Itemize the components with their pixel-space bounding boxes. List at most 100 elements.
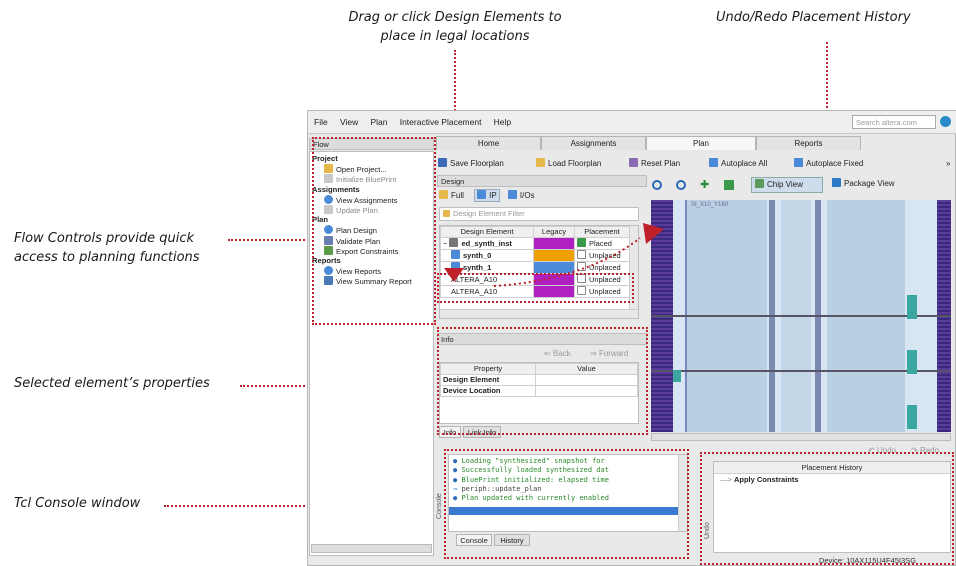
help-icon[interactable] xyxy=(940,116,951,127)
annotation-undo: Undo/Redo Placement History xyxy=(716,10,911,25)
chip-view-button[interactable]: Chip View xyxy=(751,177,823,193)
filter-full-label: Full xyxy=(451,191,464,200)
row-divider xyxy=(651,315,951,317)
autoplace-fixed-label: Autoplace Fixed xyxy=(806,159,864,168)
tab-home[interactable]: Home xyxy=(436,136,541,150)
unplaced-icon xyxy=(577,262,586,271)
filter-ip[interactable]: IP xyxy=(474,189,500,202)
table-row[interactable]: synth_0 Unplaced xyxy=(440,249,630,262)
save-floorplan-label: Save Floorplan xyxy=(450,159,504,168)
cell-placement: Unplaced xyxy=(574,261,630,274)
menu-help[interactable]: Help xyxy=(494,117,511,127)
package-view-button[interactable]: Package View xyxy=(829,177,912,193)
column-design-element[interactable]: Design Element xyxy=(440,226,534,238)
cell-placement: Placed xyxy=(574,237,630,250)
chip-view-canvas[interactable]: SI_X10_Y160 xyxy=(651,200,951,432)
design-panel-header: Design xyxy=(437,175,647,187)
cell-legacy-color xyxy=(533,249,575,262)
annotation-box-props xyxy=(437,327,648,435)
package-icon xyxy=(832,178,841,187)
placed-icon xyxy=(577,238,586,247)
menu-plan[interactable]: Plan xyxy=(370,117,387,127)
reset-plan-label: Reset Plan xyxy=(641,159,681,168)
cell-design-element: synth_0 xyxy=(440,249,534,262)
element-name: ed_synth_inst xyxy=(461,239,512,248)
autoplace-fixed-button[interactable]: Autoplace Fixed xyxy=(794,158,863,170)
transceiver-block xyxy=(907,350,917,374)
tab-plan[interactable]: Plan xyxy=(646,136,756,150)
placement-status: Unplaced xyxy=(589,263,621,272)
annotation-drag-line1: Drag or click Design Elements to xyxy=(348,10,562,25)
flow-scrollbar[interactable] xyxy=(311,544,432,553)
annotation-flow-line2: access to planning functions xyxy=(14,250,200,265)
table-row[interactable]: synth_1 Unplaced xyxy=(440,261,630,274)
cell-legacy-color xyxy=(533,237,575,250)
search-input[interactable]: Search altera.com xyxy=(852,115,936,129)
io-icon xyxy=(507,190,517,199)
filter-full[interactable]: Full xyxy=(439,190,464,200)
design-filter-bar: Full IP I/Os xyxy=(439,189,535,202)
menu-view[interactable]: View xyxy=(340,117,358,127)
menu-file[interactable]: File xyxy=(314,117,328,127)
placement-status: Unplaced xyxy=(589,251,621,260)
chip-icon xyxy=(449,238,459,247)
menu-interactive-placement[interactable]: Interactive Placement xyxy=(400,117,482,127)
annotation-tcl: Tcl Console window xyxy=(14,496,141,511)
design-table-hscrollbar[interactable] xyxy=(440,309,638,318)
unplaced-icon xyxy=(577,250,586,259)
zoom-in-icon[interactable] xyxy=(652,180,662,190)
transceiver-block xyxy=(673,370,681,382)
console-side-label: Console xyxy=(436,493,443,519)
chip-icon xyxy=(451,250,460,259)
placement-status: Placed xyxy=(589,239,612,248)
cell-design-element: synth_1 xyxy=(440,261,534,274)
tab-assignments[interactable]: Assignments xyxy=(541,136,646,150)
autoplace-icon xyxy=(794,158,803,167)
leader-flow xyxy=(228,239,312,241)
annotation-props: Selected element’s properties xyxy=(14,376,210,391)
filter-ios[interactable]: I/Os xyxy=(507,190,535,200)
element-name: synth_1 xyxy=(463,263,492,272)
transceiver-block xyxy=(907,295,917,319)
tab-reports[interactable]: Reports xyxy=(756,136,861,150)
row-divider xyxy=(651,370,951,372)
grid-icon xyxy=(755,179,764,188)
column-legacy[interactable]: Legacy xyxy=(533,226,575,238)
toolbar-overflow-button[interactable]: » xyxy=(946,158,950,170)
design-filter-placeholder: Design Element Filter xyxy=(453,209,525,218)
pan-icon[interactable]: ✚ xyxy=(700,180,710,191)
annotation-box-drag xyxy=(437,273,634,303)
funnel-icon xyxy=(443,210,450,217)
transceiver-block xyxy=(907,405,917,429)
design-table-vscrollbar[interactable] xyxy=(629,226,638,318)
cell-placement: Unplaced xyxy=(574,249,630,262)
filter-ios-label: I/Os xyxy=(519,191,535,200)
ip-icon xyxy=(477,190,487,199)
zoom-out-icon[interactable] xyxy=(676,180,686,190)
annotation-drag: Drag or click Design Elements to place i… xyxy=(300,8,610,46)
save-floorplan-button[interactable]: Save Floorplan xyxy=(438,158,504,170)
package-view-label: Package View xyxy=(844,179,895,188)
chip-hscrollbar[interactable] xyxy=(651,433,951,441)
annotation-flow: Flow Controls provide quick access to pl… xyxy=(14,229,200,267)
load-floorplan-label: Load Floorplan xyxy=(548,159,602,168)
chip-location-label: SI_X10_Y160 xyxy=(691,202,729,208)
autoplace-icon xyxy=(709,158,718,167)
autoplace-all-label: Autoplace All xyxy=(721,159,768,168)
save-icon xyxy=(438,158,447,167)
fit-view-icon[interactable] xyxy=(724,180,734,190)
annotation-box-console xyxy=(444,449,689,559)
design-element-filter-input[interactable]: Design Element Filter xyxy=(439,207,639,221)
load-floorplan-button[interactable]: Load Floorplan xyxy=(536,158,601,170)
reset-plan-button[interactable]: Reset Plan xyxy=(629,158,680,170)
table-row[interactable]: − ed_synth_inst Placed xyxy=(440,237,630,250)
autoplace-all-button[interactable]: Autoplace All xyxy=(709,158,767,170)
cell-legacy-color xyxy=(533,261,575,274)
annotation-drag-line2: place in legal locations xyxy=(380,29,530,44)
annotation-box-flow xyxy=(312,137,436,325)
filter-ip-label: IP xyxy=(489,191,497,200)
cell-design-element: − ed_synth_inst xyxy=(440,237,534,250)
folder-icon xyxy=(536,158,545,167)
column-placement[interactable]: Placement xyxy=(574,226,630,238)
annotation-flow-line1: Flow Controls provide quick xyxy=(14,231,195,246)
